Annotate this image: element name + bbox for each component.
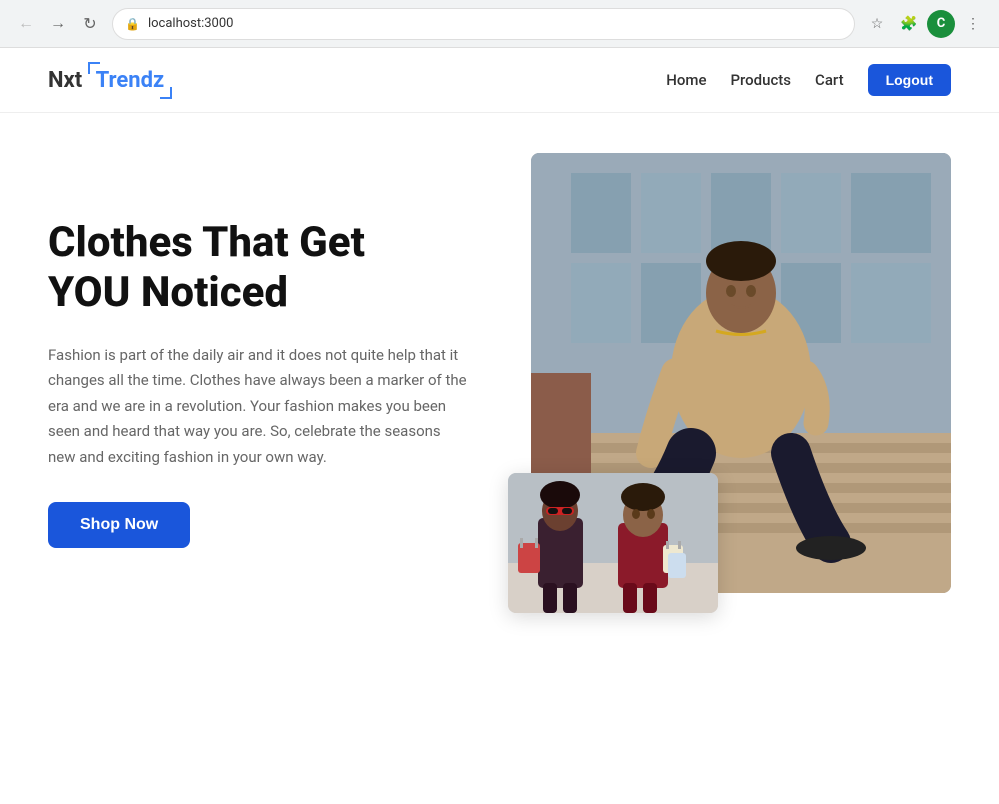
star-button[interactable]: ☆ xyxy=(863,10,891,38)
hero-description: Fashion is part of the daily air and it … xyxy=(48,343,468,471)
hero-section: Clothes That Get YOU Noticed Fashion is … xyxy=(0,113,999,653)
secondary-image-svg xyxy=(508,473,718,613)
lock-icon: 🔒 xyxy=(125,17,140,31)
back-button[interactable]: ← xyxy=(12,10,40,38)
refresh-button[interactable]: ↻ xyxy=(76,10,104,38)
hero-secondary-image xyxy=(508,473,718,613)
nav-links: Home Products Cart Logout xyxy=(666,64,951,96)
logout-button[interactable]: Logout xyxy=(868,64,951,96)
hero-title: Clothes That Get YOU Noticed xyxy=(48,218,468,319)
navbar: Nxt Trendz Home Products Cart Logout xyxy=(0,48,999,113)
hero-content: Clothes That Get YOU Noticed Fashion is … xyxy=(48,218,468,548)
logo-nxt: Nxt xyxy=(48,68,82,93)
shop-now-button[interactable]: Shop Now xyxy=(48,502,190,548)
website-content: Nxt Trendz Home Products Cart Logout Clo… xyxy=(0,48,999,804)
browser-chrome: ← → ↻ 🔒 localhost:3000 ☆ 🧩 C ⋮ xyxy=(0,0,999,48)
nav-home-link[interactable]: Home xyxy=(666,71,706,89)
url-text: localhost:3000 xyxy=(148,16,842,31)
logo[interactable]: Nxt Trendz xyxy=(48,66,172,95)
browser-actions: ☆ 🧩 C ⋮ xyxy=(863,10,987,38)
extensions-button[interactable]: 🧩 xyxy=(895,10,923,38)
logo-bracket: Trendz xyxy=(88,66,173,95)
nav-cart-link[interactable]: Cart xyxy=(815,71,844,89)
forward-button[interactable]: → xyxy=(44,10,72,38)
hero-images xyxy=(508,153,951,613)
bracket-top-left-icon xyxy=(88,62,100,74)
user-avatar[interactable]: C xyxy=(927,10,955,38)
nav-products-link[interactable]: Products xyxy=(730,71,791,89)
address-bar[interactable]: 🔒 localhost:3000 xyxy=(112,8,855,40)
bracket-bottom-right-icon xyxy=(160,87,172,99)
menu-button[interactable]: ⋮ xyxy=(959,10,987,38)
hero-title-line1: Clothes That Get xyxy=(48,218,365,267)
hero-title-line2: YOU Noticed xyxy=(48,268,288,317)
browser-nav-buttons: ← → ↻ xyxy=(12,10,104,38)
